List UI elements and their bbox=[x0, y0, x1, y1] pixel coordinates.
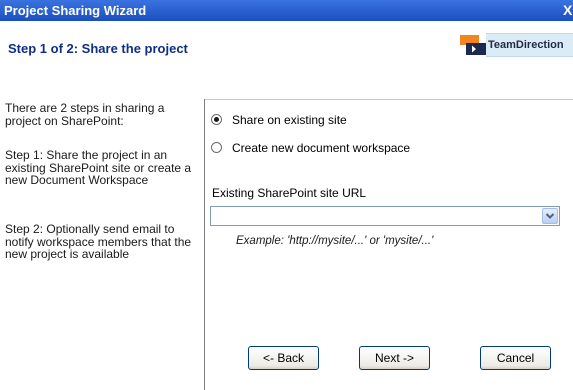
close-icon[interactable]: X bbox=[563, 2, 573, 18]
site-url-label: Existing SharePoint site URL bbox=[212, 186, 367, 200]
teamdirection-logo-icon bbox=[460, 35, 486, 55]
window-title: Project Sharing Wizard bbox=[4, 3, 147, 18]
instructions-panel: There are 2 steps in sharing a project o… bbox=[0, 99, 205, 390]
instructions-intro: There are 2 steps in sharing a project o… bbox=[5, 101, 165, 128]
back-button[interactable]: <- Back bbox=[248, 346, 319, 370]
radio-new-workspace[interactable] bbox=[211, 142, 222, 153]
step-title: Step 1 of 2: Share the project bbox=[8, 41, 188, 56]
chevron-down-icon bbox=[545, 213, 555, 219]
site-url-combobox[interactable] bbox=[210, 206, 560, 226]
teamdirection-logo: TeamDirection bbox=[460, 33, 573, 57]
next-button[interactable]: Next -> bbox=[359, 346, 430, 370]
site-url-input[interactable] bbox=[211, 207, 545, 225]
title-bar: Project Sharing Wizard X bbox=[0, 0, 573, 21]
cancel-button[interactable]: Cancel bbox=[480, 346, 551, 370]
instructions-step2: Step 2: Optionally send email to notify … bbox=[5, 222, 192, 261]
logo-text: TeamDirection bbox=[486, 33, 573, 57]
option-existing-site-label[interactable]: Share on existing site bbox=[232, 113, 347, 127]
url-example-hint: Example: 'http://mysite/...' or 'mysite/… bbox=[236, 235, 434, 247]
instructions-step1: Step 1: Share the project in an existing… bbox=[5, 148, 192, 187]
dropdown-button[interactable] bbox=[542, 208, 558, 224]
radio-existing-site[interactable] bbox=[211, 114, 222, 125]
option-new-workspace-label[interactable]: Create new document workspace bbox=[232, 141, 410, 155]
